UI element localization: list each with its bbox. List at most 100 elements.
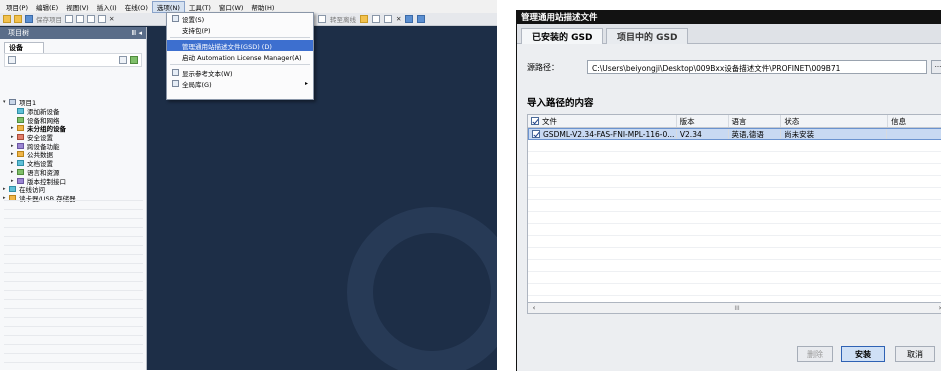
open-project-icon[interactable] (14, 15, 22, 23)
col-version[interactable]: 版本 (677, 115, 729, 127)
col-status[interactable]: 状态 (781, 115, 889, 127)
tab-project-gsd[interactable]: 项目中的 GSD (606, 28, 689, 44)
tia-portal-window: 项目(P) 编辑(E) 视图(V) 插入(I) 在线(O) 选项(N) 工具(T… (0, 0, 497, 370)
menu-project[interactable]: 项目(P) (2, 2, 32, 12)
global-library-icon (172, 80, 179, 87)
tree-item[interactable]: ▸ 跨设备功能 (3, 141, 144, 151)
tree-item[interactable]: ▸ 文档设置 (3, 159, 144, 168)
row-checkbox[interactable] (532, 130, 540, 138)
cut-icon[interactable] (76, 15, 84, 23)
install-button[interactable]: 安装 (841, 346, 885, 362)
empty-table-row (528, 248, 941, 260)
row-version-cell: V2.34 (677, 129, 729, 139)
tree-empty-row (4, 309, 143, 318)
save-project-button[interactable]: 保存项目 (36, 14, 62, 24)
menu-tools[interactable]: 工具(T) (185, 2, 215, 12)
accessible-devices-icon[interactable] (360, 15, 368, 23)
menu-online[interactable]: 在线(O) (121, 2, 152, 12)
tree-item[interactable]: ▸ 公共数据 (3, 150, 144, 159)
copy-icon[interactable] (87, 15, 95, 23)
language-icon (17, 168, 24, 175)
tree-item[interactable]: ▸ 安全设置 (3, 133, 144, 142)
menu-item-label: 管理通用站描述文件(GSD) (D) (182, 42, 272, 51)
goto-offline-icon[interactable] (318, 15, 326, 23)
tree-empty-row (4, 210, 143, 219)
empty-table-row (528, 212, 941, 224)
menu-insert[interactable]: 插入(I) (93, 2, 121, 12)
tree-item[interactable]: 添加新设备 (3, 107, 144, 116)
tree-item[interactable]: ▾ 项目1 (3, 98, 144, 107)
new-project-icon[interactable] (3, 15, 11, 23)
tree-item[interactable]: 设备和网络 (3, 115, 144, 125)
menu-help[interactable]: 帮助(H) (247, 2, 278, 12)
paste-icon[interactable] (98, 15, 106, 23)
cross-device-icon (17, 142, 24, 149)
scroll-thumb[interactable]: III (540, 305, 934, 312)
tree-view-icon[interactable] (8, 56, 16, 64)
project-icon (9, 99, 16, 106)
col-info[interactable]: 信息 (888, 115, 941, 127)
submenu-arrow-icon: ▸ (304, 80, 308, 87)
menu-item[interactable]: 管理通用站描述文件(GSD) (D) (167, 40, 313, 51)
menu-item[interactable]: 启动 Automation License Manager(A) (167, 51, 313, 62)
goto-offline-button[interactable]: 转至离线 (330, 14, 356, 24)
settings-icon (172, 15, 179, 22)
collapse-panel-icon[interactable]: Ⅲ ◂ (131, 29, 142, 37)
menu-item-label: 启动 Automation License Manager(A) (182, 53, 302, 62)
options-dropdown-menu: 设置(S) 支持包(P) 管理通用站描述文件(GSD) (D) 启动 Automati… (166, 12, 314, 100)
col-language[interactable]: 语言 (729, 115, 782, 127)
menu-window[interactable]: 窗口(W) (215, 2, 248, 12)
empty-table-row (528, 224, 941, 236)
menu-view[interactable]: 视图(V) (62, 2, 93, 12)
tab-devices[interactable]: 设备 (4, 42, 44, 53)
tree-item[interactable]: ▸ 语言和资源 (3, 168, 144, 177)
menu-item[interactable]: 支持包(P) (167, 24, 313, 35)
close-icon[interactable]: ✕ (396, 15, 401, 23)
project-tree-title: 项目树 (8, 29, 29, 37)
col-file[interactable]: 文件 (528, 115, 677, 127)
cancel-button[interactable]: 取消 (895, 346, 935, 362)
toolbar-right-group: 转至离线 ✕ (318, 14, 426, 24)
dialog-tabs: 已安装的 GSD 项目中的 GSD (517, 24, 941, 44)
split-horizontal-icon[interactable] (405, 15, 414, 23)
browse-button[interactable]: ... (931, 60, 941, 74)
tree-empty-row (4, 228, 143, 237)
menu-item[interactable]: 设置(S) (167, 13, 313, 24)
empty-table-row (528, 260, 941, 272)
sync-icon[interactable] (130, 56, 138, 64)
gsd-manager-dialog: 管理通用站描述文件 已安装的 GSD 项目中的 GSD 源路径： C:\User… (516, 10, 941, 371)
document-settings-icon (17, 160, 24, 167)
tree-item[interactable]: ▸ 未分组的设备 (3, 124, 144, 133)
scroll-left-icon[interactable]: ‹ (528, 303, 540, 313)
cross-reference-icon[interactable] (372, 15, 380, 23)
tree-empty-row (4, 327, 143, 336)
menu-edit[interactable]: 编辑(E) (32, 2, 62, 12)
table-view-icon[interactable] (119, 56, 127, 64)
source-path-label: 源路径： (527, 63, 559, 72)
tree-empty-row (4, 291, 143, 300)
tab-installed-gsd[interactable]: 已安装的 GSD (521, 28, 604, 44)
menu-options[interactable]: 选项(N) (151, 0, 185, 13)
menu-item[interactable]: 全局库(G) ▸ (167, 78, 313, 89)
select-all-checkbox[interactable] (531, 117, 539, 125)
add-device-icon (17, 108, 24, 115)
print-icon[interactable] (65, 15, 73, 23)
compare-icon[interactable] (384, 15, 392, 23)
source-path-input[interactable]: C:\Users\beiyongji\Desktop\009Bxx设备描述文件\… (587, 60, 927, 74)
tree-empty-row (4, 237, 143, 246)
tree-empty-row (4, 192, 143, 201)
reference-text-icon (172, 69, 179, 76)
delete-icon[interactable]: ✕ (109, 15, 114, 23)
split-vertical-icon[interactable] (417, 15, 426, 23)
menu-item[interactable]: 显示参考文本(W) (167, 67, 313, 78)
empty-table-row (528, 176, 941, 188)
table-row[interactable]: GSDML-V2.34-FAS-FNI-MPL-116-0... V2.34 英… (528, 128, 941, 140)
empty-table-row (528, 284, 941, 296)
save-icon[interactable] (25, 15, 33, 23)
empty-table-row (528, 188, 941, 200)
scroll-right-icon[interactable]: › (934, 303, 941, 313)
delete-button[interactable]: 删除 (797, 346, 833, 362)
version-control-icon (17, 177, 24, 184)
tree-empty-row (4, 273, 143, 282)
horizontal-scrollbar[interactable]: ‹ III › (527, 302, 941, 314)
